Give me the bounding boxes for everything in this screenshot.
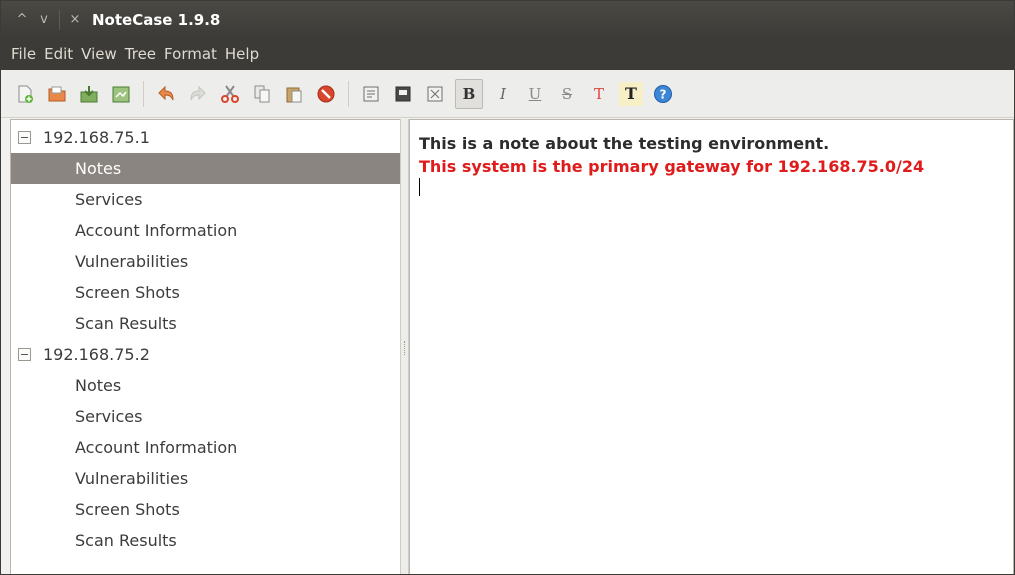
- save-icon: [80, 85, 98, 102]
- note-text-line: This is a note about the testing environ…: [419, 134, 830, 153]
- tree-node-scan-results[interactable]: Scan Results: [11, 308, 400, 339]
- cut-button[interactable]: [218, 82, 242, 106]
- maximize-button[interactable]: ^: [11, 9, 33, 31]
- underline-button[interactable]: U: [523, 82, 547, 106]
- copy-button[interactable]: [250, 82, 274, 106]
- tree-node-screen-shots[interactable]: Screen Shots: [11, 277, 400, 308]
- title-bar: ^ v × NoteCase 1.9.8: [1, 1, 1014, 38]
- menu-help[interactable]: Help: [221, 45, 263, 63]
- delete-button[interactable]: [314, 82, 338, 106]
- paste-button[interactable]: [282, 82, 306, 106]
- note-highlight-line: This system is the primary gateway for 1…: [419, 157, 925, 176]
- tree-node-root[interactable]: 192.168.75.2: [11, 339, 400, 370]
- tree-pane: 192.168.75.1 Notes Services Account Info…: [10, 119, 400, 574]
- toolbar-separator: [348, 80, 349, 107]
- save-document-button[interactable]: [77, 82, 101, 106]
- tree-node-label: Vulnerabilities: [75, 252, 189, 271]
- undo-button[interactable]: [154, 82, 178, 106]
- toolbar-separator: [143, 80, 144, 107]
- menu-edit[interactable]: Edit: [40, 45, 77, 63]
- tree-node-vulnerabilities[interactable]: Vulnerabilities: [11, 463, 400, 494]
- tree-node-services[interactable]: Services: [11, 401, 400, 432]
- tree-node-label: Notes: [75, 159, 122, 178]
- tree-node-label: 192.168.75.1: [43, 128, 150, 147]
- svg-text:?: ?: [660, 87, 667, 101]
- note-editor[interactable]: This is a note about the testing environ…: [409, 119, 1014, 574]
- save-as-button[interactable]: [109, 82, 133, 106]
- tree-node-label: 192.168.75.2: [43, 345, 150, 364]
- tree-node-label: Account Information: [75, 221, 238, 240]
- minimize-button[interactable]: v: [33, 9, 55, 31]
- collapse-icon[interactable]: [18, 131, 31, 144]
- background-color-button[interactable]: T: [619, 81, 643, 106]
- node-properties-button[interactable]: [391, 82, 415, 106]
- redo-button[interactable]: [186, 82, 210, 106]
- node-delete-icon: [427, 86, 443, 101]
- strikethrough-button[interactable]: S: [555, 82, 579, 106]
- italic-button[interactable]: I: [491, 82, 515, 106]
- node-properties-icon: [395, 86, 411, 101]
- tree-node-label: Services: [75, 190, 143, 209]
- bold-button[interactable]: B: [455, 78, 483, 109]
- undo-arrow-icon: [158, 85, 174, 100]
- paste-icon: [286, 87, 302, 102]
- menu-file[interactable]: File: [7, 45, 40, 63]
- app-window: ^ v × NoteCase 1.9.8 File Edit View Tree…: [0, 0, 1015, 575]
- tree-node-account-information[interactable]: Account Information: [11, 215, 400, 246]
- toolbar: B I U S T T ?: [1, 70, 1014, 118]
- new-document-button[interactable]: [13, 82, 37, 106]
- node-insert-button[interactable]: [359, 82, 383, 106]
- copy-icon: [254, 85, 270, 102]
- node-delete-button[interactable]: [423, 82, 447, 106]
- tree-node-label: Screen Shots: [75, 283, 180, 302]
- scissors-icon: [221, 84, 239, 103]
- tree-node-label: Scan Results: [75, 314, 177, 333]
- stop-icon: [317, 85, 335, 102]
- tree-node-services[interactable]: Services: [11, 184, 400, 215]
- menu-view[interactable]: View: [77, 45, 121, 63]
- menu-tree[interactable]: Tree: [121, 45, 160, 63]
- tree-node-label: Screen Shots: [75, 500, 180, 519]
- new-document-icon: [18, 85, 33, 103]
- open-folder-icon: [48, 86, 66, 101]
- menu-bar: File Edit View Tree Format Help: [1, 38, 1014, 70]
- redo-arrow-icon: [190, 85, 206, 100]
- tree-node-label: Scan Results: [75, 531, 177, 550]
- tree-node-vulnerabilities[interactable]: Vulnerabilities: [11, 246, 400, 277]
- window-title: NoteCase 1.9.8: [92, 10, 221, 29]
- tree-node-label: Notes: [75, 376, 122, 395]
- tree-node-label: Services: [75, 407, 143, 426]
- tree-node-screen-shots[interactable]: Screen Shots: [11, 494, 400, 525]
- help-icon: ?: [654, 84, 672, 103]
- tree-node-account-information[interactable]: Account Information: [11, 432, 400, 463]
- help-button[interactable]: ?: [651, 82, 675, 106]
- tree-node-scan-results[interactable]: Scan Results: [11, 525, 400, 556]
- collapse-icon[interactable]: [18, 348, 31, 361]
- tree-node-notes[interactable]: Notes: [11, 370, 400, 401]
- pane-splitter[interactable]: [400, 119, 409, 574]
- splitter-grip-icon: [404, 341, 406, 355]
- text-color-button[interactable]: T: [587, 82, 611, 106]
- title-separator: [59, 9, 60, 30]
- menu-format[interactable]: Format: [160, 45, 221, 63]
- tree-node-notes[interactable]: Notes: [11, 153, 400, 184]
- node-insert-icon: [363, 86, 379, 101]
- open-document-button[interactable]: [45, 82, 69, 106]
- text-caret: [419, 178, 420, 196]
- tree-node-root[interactable]: 192.168.75.1: [11, 122, 400, 153]
- tree-node-label: Account Information: [75, 438, 238, 457]
- tree-node-label: Vulnerabilities: [75, 469, 189, 488]
- close-button[interactable]: ×: [64, 9, 86, 31]
- save-as-icon: [112, 86, 130, 102]
